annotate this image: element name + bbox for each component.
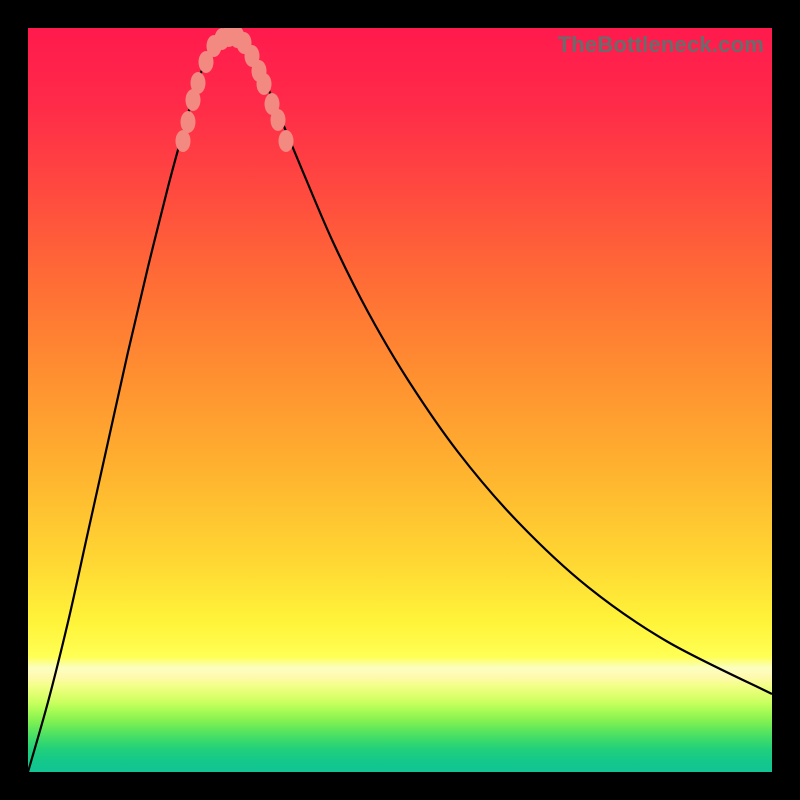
data-marker [271, 109, 286, 131]
chart-svg [28, 28, 772, 772]
data-marker [181, 111, 196, 133]
data-marker [279, 130, 294, 152]
data-marker [257, 73, 272, 95]
watermark-text: TheBottleneck.com [558, 32, 764, 58]
gradient-background [28, 28, 772, 772]
plot-area: TheBottleneck.com [28, 28, 772, 772]
data-marker [191, 72, 206, 94]
chart-frame: TheBottleneck.com [0, 0, 800, 800]
data-marker [176, 130, 191, 152]
